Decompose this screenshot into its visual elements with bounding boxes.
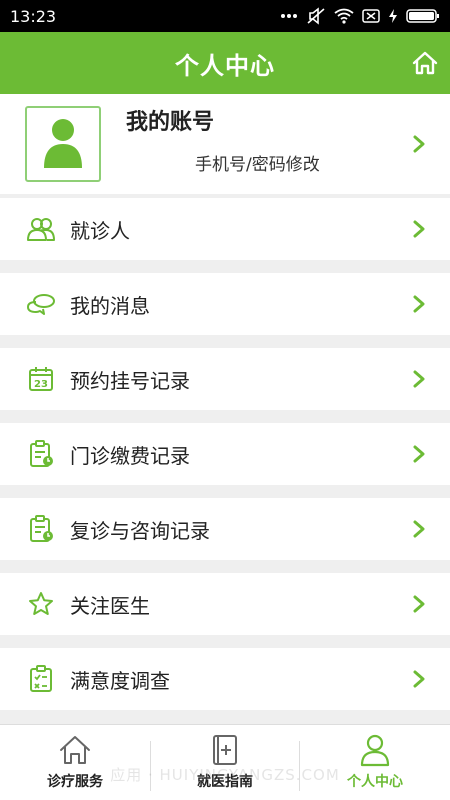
menu-item-label: 预约挂号记录 bbox=[70, 368, 190, 393]
menu-item-messages[interactable]: 我的消息 bbox=[0, 273, 450, 335]
consult-record-icon bbox=[26, 514, 56, 544]
payment-record-icon bbox=[26, 439, 56, 469]
person-icon bbox=[360, 734, 390, 767]
app-header: 个人中心 bbox=[0, 32, 450, 94]
status-time: 13:23 bbox=[10, 6, 57, 26]
page-title: 个人中心 bbox=[175, 51, 275, 80]
home-icon bbox=[60, 736, 90, 764]
my-account-row[interactable]: 我的账号 手机号/密码修改 bbox=[0, 94, 450, 194]
chevron-right-icon bbox=[413, 295, 425, 313]
tab-label: 诊疗服务 bbox=[47, 774, 103, 790]
chevron-right-icon bbox=[413, 220, 425, 238]
wifi-icon bbox=[334, 8, 354, 24]
avatar bbox=[25, 106, 101, 182]
menu-item-satisfaction-survey[interactable]: 满意度调查 bbox=[0, 648, 450, 710]
menu-item-patients[interactable]: 就诊人 bbox=[0, 198, 450, 260]
survey-icon bbox=[26, 664, 56, 694]
chevron-right-icon bbox=[413, 445, 425, 463]
battery-icon bbox=[406, 8, 440, 24]
calendar-icon-text: 23 bbox=[34, 379, 48, 390]
star-icon bbox=[26, 589, 56, 619]
tab-medical-services[interactable]: 诊疗服务 bbox=[0, 725, 150, 800]
chevron-right-icon bbox=[413, 670, 425, 688]
menu-item-label: 复诊与咨询记录 bbox=[70, 518, 210, 543]
menu-item-consult-records[interactable]: 复诊与咨询记录 bbox=[0, 498, 450, 560]
sim-icon bbox=[362, 8, 380, 24]
menu-item-label: 就诊人 bbox=[70, 218, 130, 243]
menu-item-label: 满意度调查 bbox=[70, 668, 170, 693]
tab-personal-center[interactable]: 个人中心 bbox=[300, 725, 450, 800]
menu-item-followed-doctors[interactable]: 关注医生 bbox=[0, 573, 450, 635]
chevron-right-icon bbox=[413, 370, 425, 388]
tab-divider bbox=[150, 741, 151, 791]
menu-item-appointment-records[interactable]: 23 预约挂号记录 bbox=[0, 348, 450, 410]
charging-icon bbox=[388, 8, 398, 24]
chevron-right-icon bbox=[413, 135, 425, 153]
account-subtitle: 手机号/密码修改 bbox=[195, 155, 320, 175]
mute-icon bbox=[306, 7, 326, 25]
menu-item-label: 我的消息 bbox=[70, 293, 150, 318]
guide-book-icon bbox=[213, 735, 237, 765]
account-title: 我的账号 bbox=[126, 110, 215, 135]
tab-label: 个人中心 bbox=[347, 774, 403, 790]
bottom-tab-bar: 诊疗服务 就医指南 个人中心 bbox=[0, 724, 450, 800]
avatar-person-icon bbox=[44, 119, 82, 168]
home-button[interactable] bbox=[408, 46, 442, 80]
patients-icon bbox=[26, 214, 56, 244]
menu-item-label: 关注医生 bbox=[70, 593, 150, 618]
tab-medical-guide[interactable]: 就医指南 bbox=[150, 725, 300, 800]
more-dots-icon bbox=[280, 13, 298, 19]
messages-icon bbox=[26, 289, 56, 319]
menu-item-label: 门诊缴费记录 bbox=[70, 443, 190, 468]
chevron-right-icon bbox=[413, 520, 425, 538]
tab-label: 就医指南 bbox=[197, 774, 253, 790]
chevron-right-icon bbox=[413, 595, 425, 613]
home-icon bbox=[412, 51, 438, 75]
calendar-icon: 23 bbox=[26, 364, 56, 394]
status-bar: 13:23 bbox=[0, 0, 450, 32]
menu-item-payment-records[interactable]: 门诊缴费记录 bbox=[0, 423, 450, 485]
